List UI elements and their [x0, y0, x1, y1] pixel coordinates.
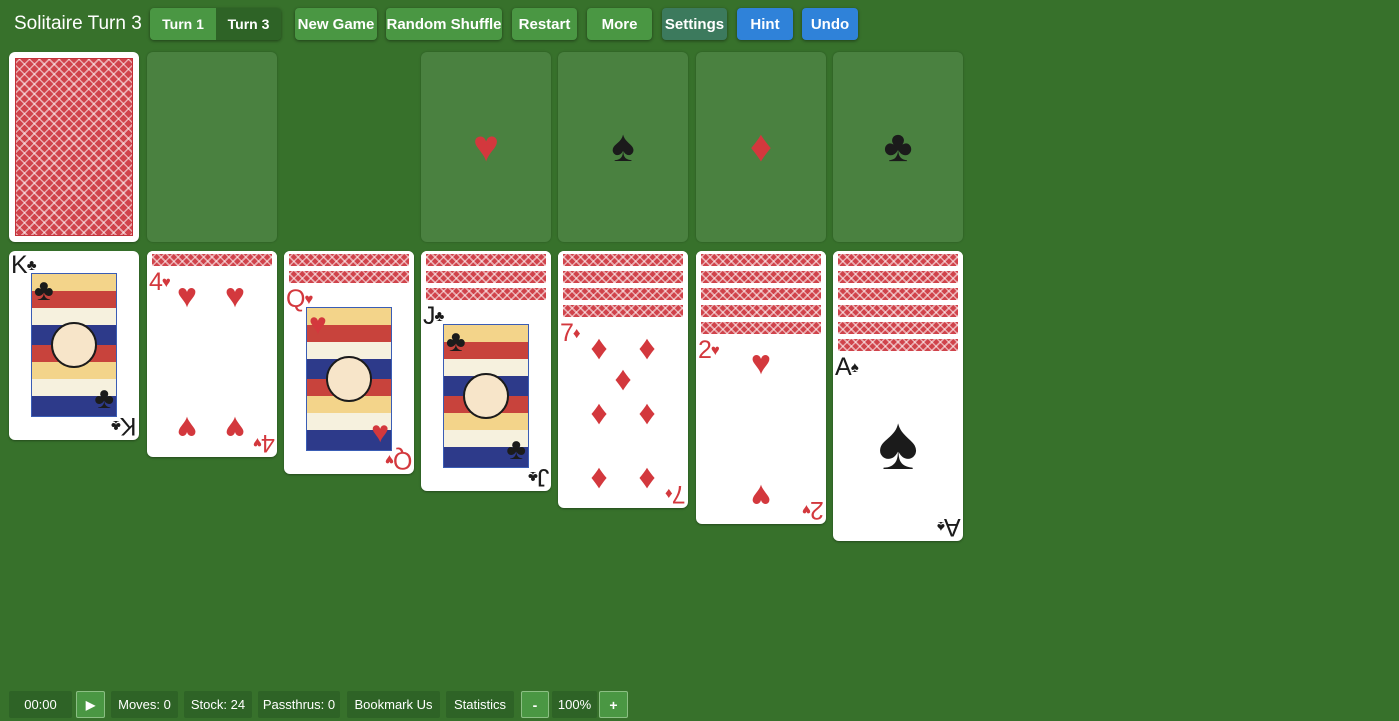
face-down-card [421, 251, 551, 268]
face-down-card [696, 251, 826, 268]
face-down-card [558, 251, 688, 268]
heart-icon: ♥ [309, 308, 327, 341]
foundation-clubs[interactable]: ♣ [833, 52, 963, 242]
card-index-bottom: 7♦ [665, 480, 686, 508]
heart-icon: ♥ [371, 416, 389, 449]
play-icon[interactable]: ▶ [76, 691, 105, 718]
card-index-top: J♣ [423, 302, 445, 330]
tableau-column-5[interactable]: 7♦ ♦ ♦ ♦ ♦ ♦ ♦ ♦ 7♦ [558, 251, 688, 508]
face-down-card [833, 336, 963, 353]
face-down-card [284, 268, 414, 285]
queen-face [326, 356, 372, 402]
timer: 00:00 [9, 691, 72, 718]
foundation-diamonds[interactable]: ♦ [696, 52, 826, 242]
club-icon: ♣ [94, 382, 114, 415]
card-index-bottom: J♣ [527, 463, 549, 491]
jack-face-art: ♣ ♣ [443, 324, 529, 468]
club-icon: ♣ [34, 274, 54, 307]
card-index-top: 2♥ [698, 336, 720, 364]
club-icon: ♣ [506, 433, 526, 466]
passthrus-counter: Passthrus: 0 [258, 691, 340, 718]
face-down-card [558, 302, 688, 319]
undo-button[interactable]: Undo [802, 8, 858, 40]
diamond-icon: ♦ [638, 394, 656, 432]
card-back-pattern [15, 58, 133, 236]
face-down-card [833, 319, 963, 336]
card-index-bottom: K♣ [111, 412, 137, 440]
more-button[interactable]: More [587, 8, 652, 40]
zoom-in-button[interactable]: + [599, 691, 628, 718]
king-face [51, 322, 97, 368]
new-game-button[interactable]: New Game [295, 8, 377, 40]
face-down-card [421, 268, 551, 285]
statistics-link[interactable]: Statistics [446, 691, 514, 718]
stock-counter: Stock: 24 [184, 691, 252, 718]
diamond-icon: ♦ [614, 360, 632, 398]
tableau-column-3[interactable]: Q♥ ♥ ♥ Q♥ [284, 251, 414, 474]
face-down-card [696, 268, 826, 285]
bookmark-us-link[interactable]: Bookmark Us [347, 691, 440, 718]
tableau-column-2[interactable]: 4♥ ♥ ♥ ♥ ♥ 4♥ [147, 251, 277, 457]
turn-mode-toggle: Turn 1 Turn 3 [150, 8, 281, 40]
stock-pile[interactable] [9, 52, 139, 242]
face-down-card [284, 251, 414, 268]
settings-button[interactable]: Settings [662, 8, 727, 40]
club-icon: ♣ [883, 122, 913, 171]
diamond-icon: ♦ [590, 458, 608, 496]
zoom-level: 100% [552, 691, 597, 718]
heart-icon: ♥ [176, 409, 198, 447]
card-index-top: 4♥ [149, 268, 171, 296]
foundation-spades[interactable]: ♠ [558, 52, 688, 242]
diamond-icon: ♦ [590, 329, 608, 367]
face-down-card [833, 302, 963, 319]
face-down-card [833, 285, 963, 302]
card-index-bottom: 2♥ [802, 496, 824, 524]
jack-face [463, 373, 509, 419]
face-down-card [833, 268, 963, 285]
tableau-column-6[interactable]: 2♥ ♥ ♥ 2♥ [696, 251, 826, 524]
queen-face-art: ♥ ♥ [306, 307, 392, 451]
card-index-bottom: 4♥ [253, 429, 275, 457]
heart-icon: ♥ [750, 477, 772, 515]
zoom-out-button[interactable]: - [521, 691, 549, 718]
random-shuffle-button[interactable]: Random Shuffle [386, 8, 502, 40]
restart-button[interactable]: Restart [512, 8, 577, 40]
heart-icon: ♥ [224, 277, 246, 315]
card-index-top: A♠ [835, 353, 859, 381]
spade-icon: ♠ [611, 122, 635, 171]
foundation-hearts[interactable]: ♥ [421, 52, 551, 242]
turn-3-button[interactable]: Turn 3 [216, 8, 281, 40]
face-down-card [696, 319, 826, 336]
hint-button[interactable]: Hint [737, 8, 793, 40]
face-down-card [558, 285, 688, 302]
face-down-card [421, 285, 551, 302]
app-title: Solitaire Turn 3 [14, 13, 142, 34]
face-down-card [558, 268, 688, 285]
card-index-bottom: A♠ [937, 513, 961, 541]
diamond-icon: ♦ [590, 394, 608, 432]
face-down-card [696, 285, 826, 302]
heart-icon: ♥ [176, 277, 198, 315]
face-down-card [147, 251, 277, 268]
heart-icon: ♥ [224, 409, 246, 447]
tableau-card-king-clubs[interactable]: K♣ ♣ ♣ K♣ [9, 251, 139, 440]
face-down-card [833, 251, 963, 268]
diamond-icon: ♦ [638, 458, 656, 496]
diamond-icon: ♦ [638, 329, 656, 367]
diamond-icon: ♦ [749, 122, 773, 171]
spade-icon: ♠ [877, 401, 919, 486]
waste-pile[interactable] [147, 52, 277, 242]
heart-icon: ♥ [472, 122, 500, 171]
moves-counter: Moves: 0 [111, 691, 178, 718]
face-down-card [696, 302, 826, 319]
club-icon: ♣ [446, 325, 466, 358]
tableau-column-7[interactable]: A♠ ♠ A♠ [833, 251, 963, 541]
heart-icon: ♥ [750, 344, 772, 382]
card-index-top: 7♦ [560, 319, 581, 347]
tableau-column-4[interactable]: J♣ ♣ ♣ J♣ [421, 251, 551, 491]
turn-1-button[interactable]: Turn 1 [150, 8, 216, 40]
king-face-art: ♣ ♣ [31, 273, 117, 417]
card-index-bottom: Q♥ [384, 446, 412, 474]
